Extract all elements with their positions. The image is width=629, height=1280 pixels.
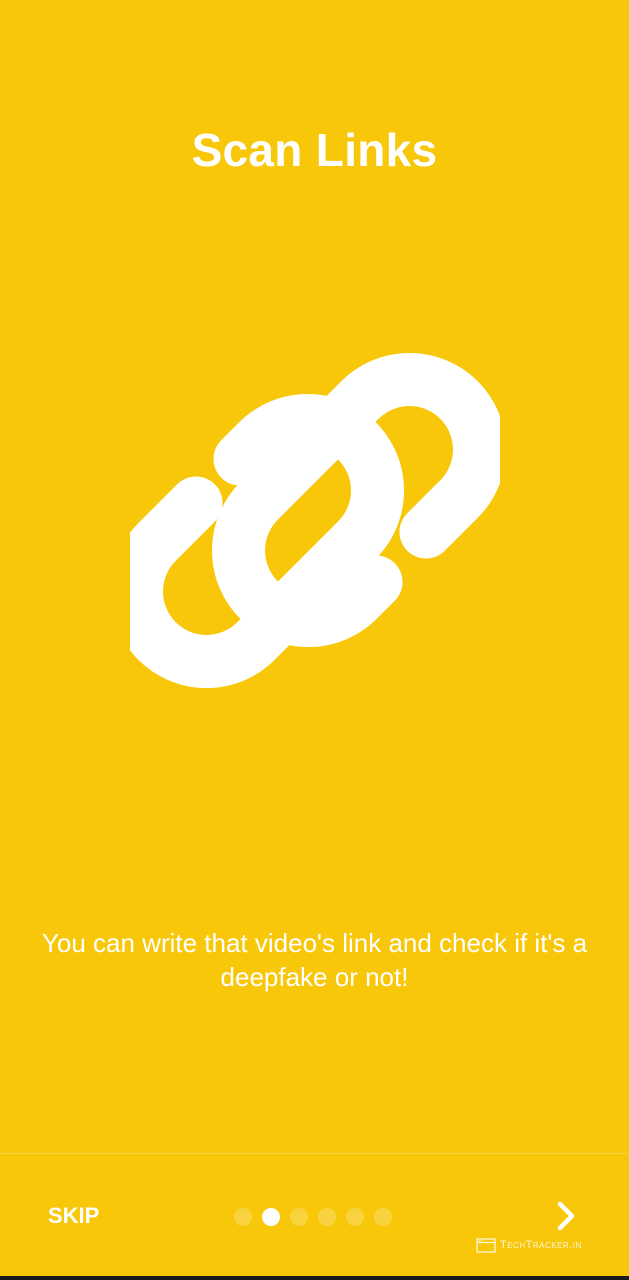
onboarding-screen: Scan Links You can write that video's li… (0, 0, 629, 1280)
watermark-text: TechTracker.in (500, 1239, 582, 1251)
browser-window-icon (476, 1237, 496, 1253)
bottom-edge (0, 1276, 629, 1280)
onboarding-nav-bar: SKIP (0, 1154, 629, 1274)
page-indicator (234, 1208, 392, 1226)
skip-button[interactable]: SKIP (30, 1198, 120, 1234)
next-button[interactable] (540, 1196, 590, 1236)
page-dot-1[interactable] (234, 1208, 252, 1226)
watermark: TechTracker.in (476, 1237, 582, 1253)
page-dot-5[interactable] (346, 1208, 364, 1226)
page-dot-6[interactable] (374, 1208, 392, 1226)
page-dot-3[interactable] (290, 1208, 308, 1226)
page-description: You can write that video's link and chec… (41, 928, 588, 992)
page-dot-2-active[interactable] (262, 1208, 280, 1226)
chevron-right-icon (557, 1201, 575, 1231)
link-icon (110, 345, 506, 715)
page-dot-4[interactable] (318, 1208, 336, 1226)
page-title: Scan Links (191, 124, 438, 176)
